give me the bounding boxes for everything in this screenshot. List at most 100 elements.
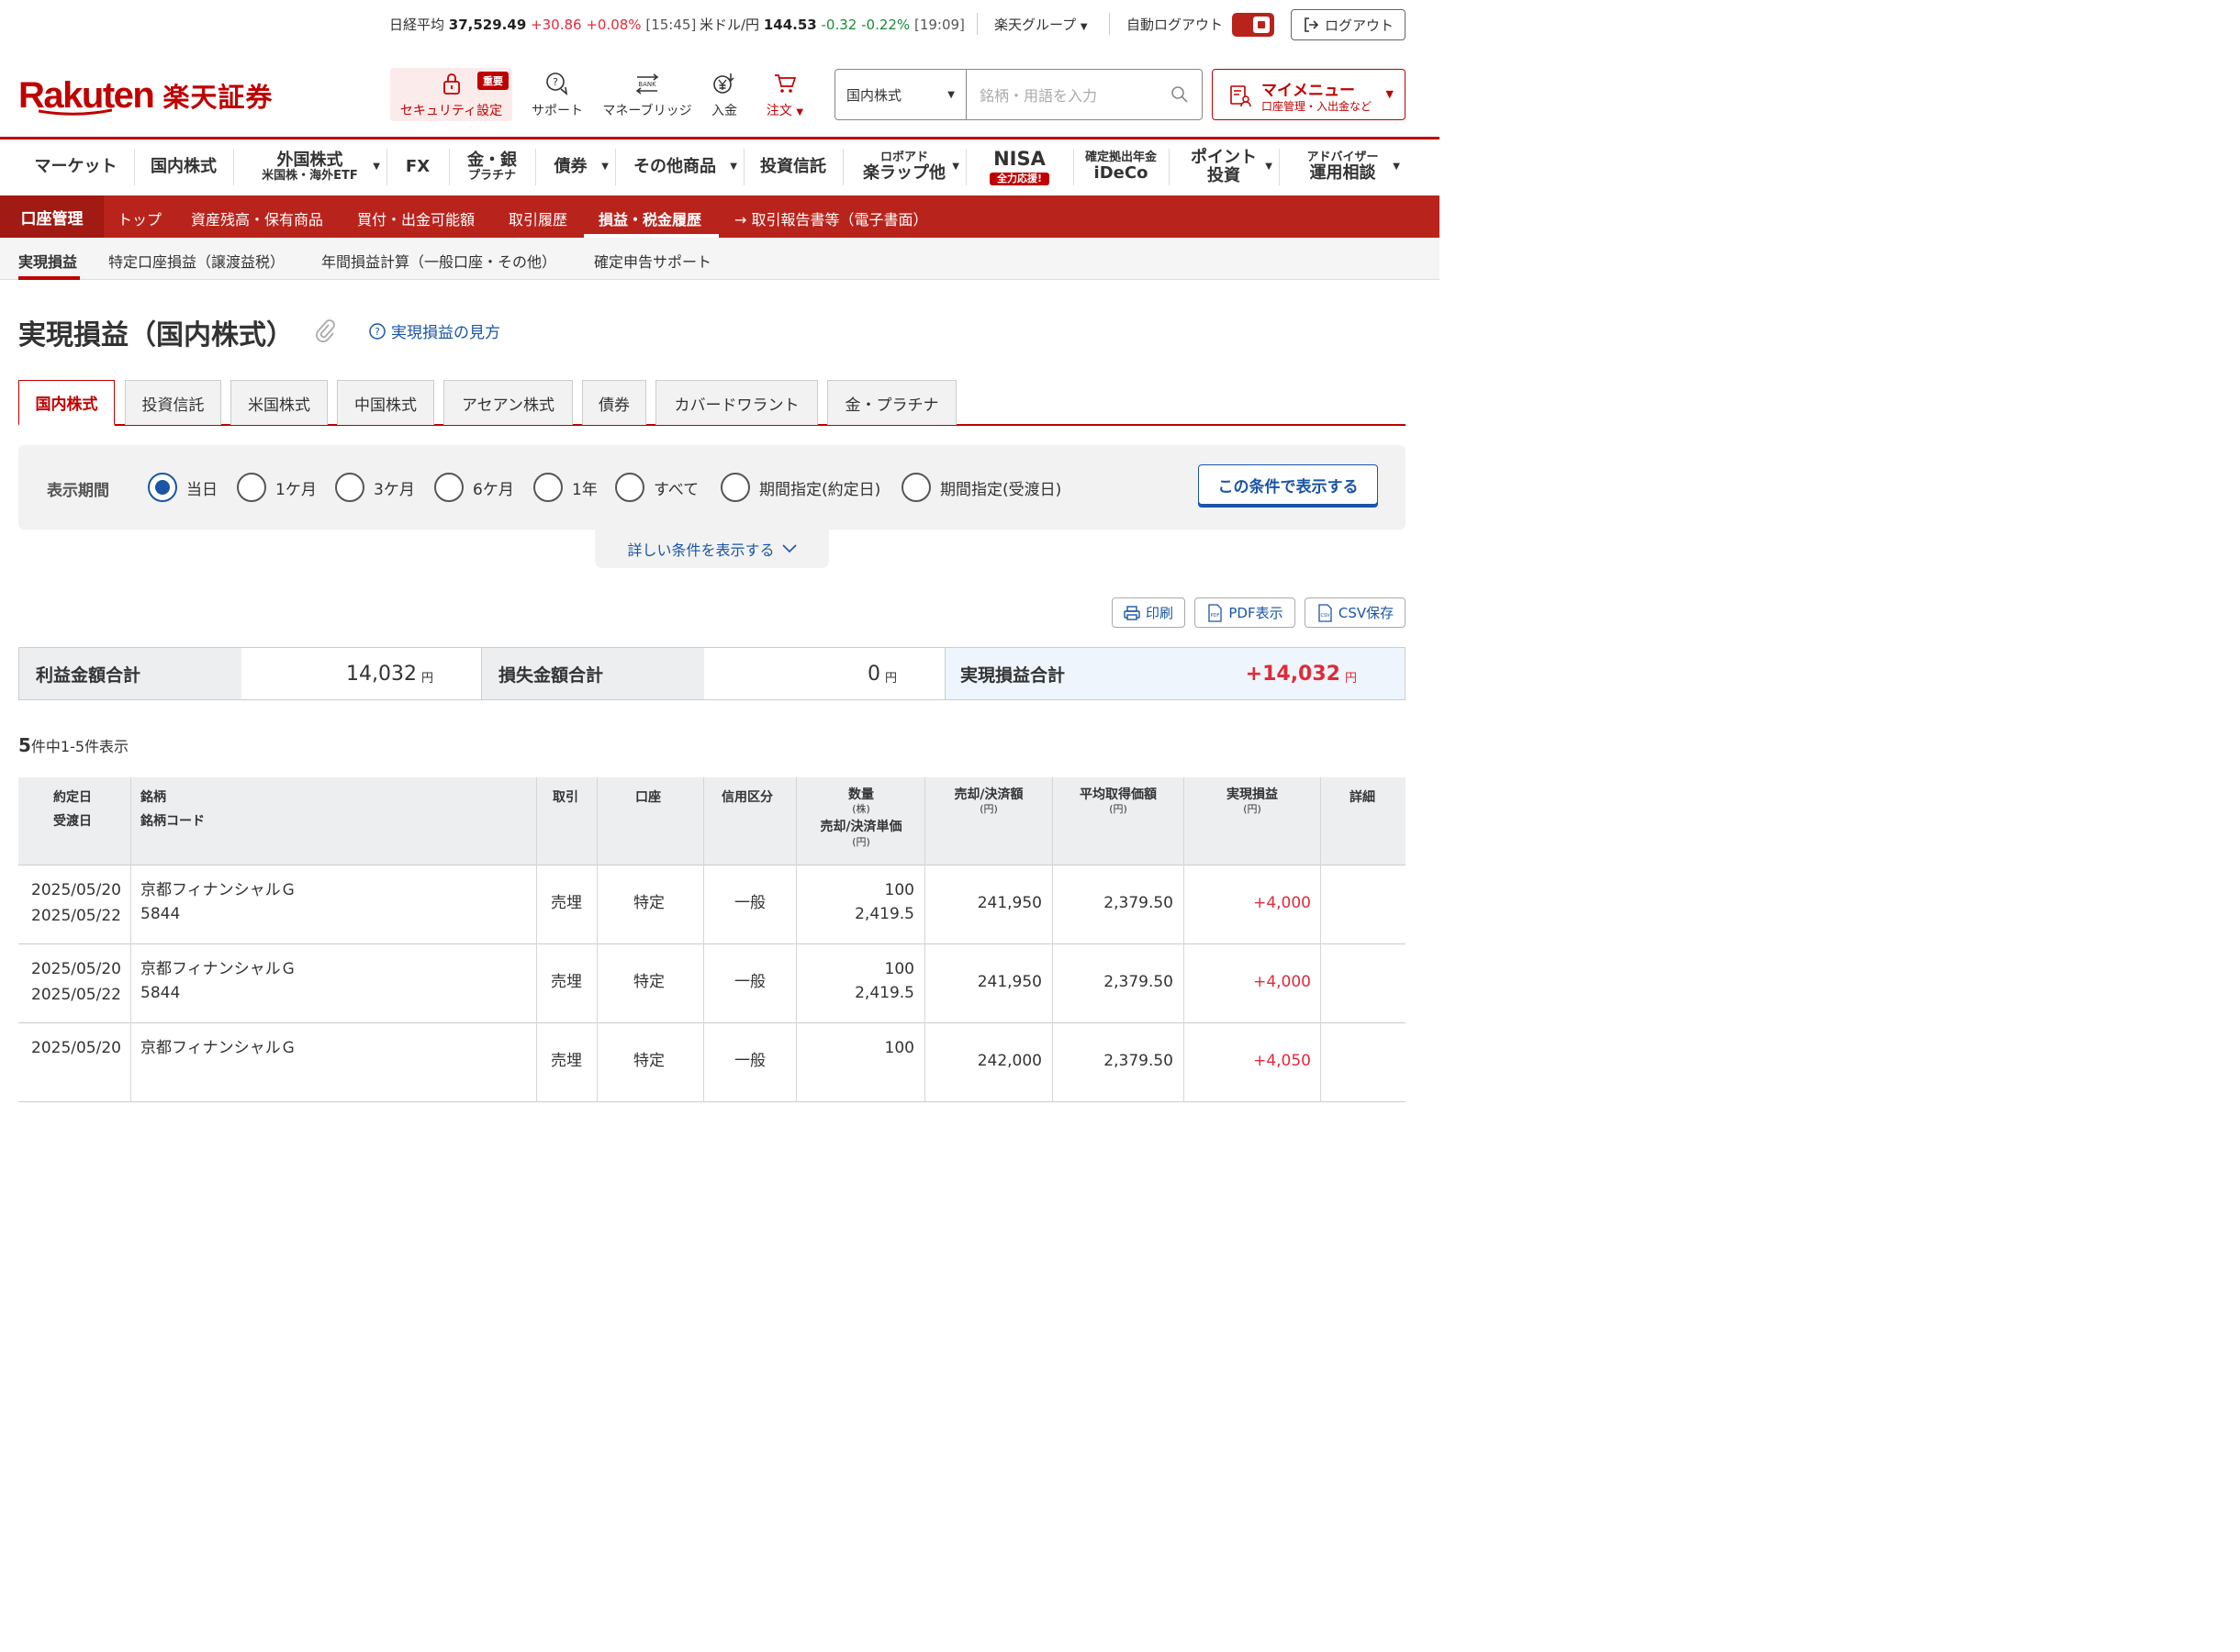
cell-qty: 100 <box>884 960 914 978</box>
nav-bonds[interactable]: 債券 ▼ <box>536 140 614 195</box>
nav-other-label: その他商品 <box>633 157 716 177</box>
table-row[interactable]: 2025/05/20 京都フィナンシャルＧ 売埋 特定 一般 100 242,000 2,37… <box>18 1023 1406 1102</box>
account-management-title[interactable]: 口座管理 <box>0 195 104 238</box>
radio-6month[interactable]: 6ケ月 <box>434 473 514 502</box>
subnav-balance[interactable]: 資産残高・保有商品 <box>191 207 323 229</box>
caret-down-icon: ▼ <box>730 162 737 172</box>
radio-all[interactable]: すべて <box>615 473 699 502</box>
tab-specific-account-pl[interactable]: 特定口座損益（譲渡益税） <box>108 250 285 272</box>
cell-pl: +4,000 <box>1253 894 1311 912</box>
nav-market[interactable]: マーケット <box>18 140 133 195</box>
tab-realized-pl[interactable]: 実現損益 <box>18 250 77 272</box>
order-menu[interactable]: 注文 ▼ <box>762 70 808 121</box>
product-tab-funds[interactable]: 投資信託 <box>125 380 221 425</box>
nav-fx[interactable]: FX <box>387 140 448 195</box>
tab-tax-return-support[interactable]: 確定申告サポート <box>594 250 711 272</box>
radio-label: 6ケ月 <box>473 480 514 499</box>
product-tab-covered-warrant[interactable]: カバードワラント <box>655 380 818 425</box>
table-row[interactable]: 2025/05/20 2025/05/22 京都フィナンシャルＧ 5844 売埋 特定 一般… <box>18 944 1406 1023</box>
col-stock: 銘柄 銘柄コード <box>140 787 205 834</box>
usdjpy-ticker[interactable]: 米ドル/円 144.53 -0.32 -0.22% [19:09] <box>700 15 965 34</box>
subnav-trade-reports[interactable]: → 取引報告書等（電子書面） <box>734 207 928 229</box>
subnav-buying-power[interactable]: 買付・出金可能額 <box>357 207 475 229</box>
nav-point-invest[interactable]: ポイント 投資 ▼ <box>1170 140 1278 195</box>
csv-file-icon: CSV <box>1318 603 1332 622</box>
product-tab-gold[interactable]: 金・プラチナ <box>827 380 957 425</box>
pdf-label: PDF表示 <box>1228 605 1283 621</box>
svg-text:?: ? <box>553 76 558 88</box>
logout-button[interactable]: ログアウト <box>1291 9 1406 40</box>
nav-domestic-label: 国内株式 <box>151 157 217 177</box>
subnav-pl-tax[interactable]: 損益・税金履歴 <box>599 207 701 229</box>
nav-robo-sub: 楽ラップ他 <box>863 163 946 184</box>
col-credit: 信用区分 <box>722 790 773 805</box>
paperclip-icon[interactable] <box>314 318 336 343</box>
print-button[interactable]: 印刷 <box>1112 597 1185 628</box>
result-count-total: 5 <box>18 734 31 756</box>
radio-today[interactable]: 当日 <box>148 473 218 502</box>
realized-pl-table: 約定日 受渡日 銘柄 銘柄コード 取引 口座 信用区分 数量 (株) 売却/決済単価… <box>18 777 1406 1102</box>
nav-foreign-stocks[interactable]: 外国株式 米国株・海外ETF ▼ <box>234 140 386 195</box>
logo-text-jp: 楽天証券 <box>162 82 274 113</box>
nav-roboadvisor[interactable]: ロボアド 楽ラップ他 ▼ <box>844 140 965 195</box>
usdjpy-value: 144.53 <box>763 17 817 33</box>
logout-label: ログアウト <box>1324 17 1394 34</box>
security-label: セキュリティ設定 <box>399 104 503 118</box>
col-divider <box>1183 777 1184 1102</box>
caret-down-icon: ▼ <box>947 89 955 100</box>
nav-nisa[interactable]: NISA 全力応援! <box>967 140 1072 195</box>
show-more-conditions[interactable]: 詳しい条件を表示する <box>595 530 829 568</box>
security-settings-button[interactable]: セキュリティ設定 <box>390 70 512 121</box>
radio-range-settle-date[interactable]: 期間指定(受渡日) <box>902 473 1061 502</box>
col-quantity: 数量 (株) 売却/決済単価 (円) <box>797 787 925 848</box>
howto-link[interactable]: ? 実現損益の見方 <box>369 319 500 342</box>
moneybridge-button[interactable]: BANK マネーブリッジ <box>601 70 693 121</box>
product-tab-asean[interactable]: アセアン株式 <box>443 380 573 425</box>
nikkei-ticker[interactable]: 日経平均 37,529.49 +30.86 +0.08% [15:45] <box>389 15 696 34</box>
nav-ideco-label: 確定拠出年金 <box>1084 150 1157 164</box>
csv-label: CSV保存 <box>1338 605 1394 621</box>
cell-trade: 売埋 <box>551 894 582 912</box>
search-category-select[interactable]: 国内株式 ▼ <box>835 70 967 119</box>
nav-gold[interactable]: 金・銀 プラチナ <box>450 140 534 195</box>
radio-1year[interactable]: 1年 <box>533 473 598 502</box>
radio-circle <box>902 473 931 502</box>
radio-3month[interactable]: 3ケ月 <box>335 473 415 502</box>
tab-annual-pl[interactable]: 年間損益計算（一般口座・その他） <box>321 250 556 272</box>
tnav-active-indicator <box>18 276 80 280</box>
caret-down-icon: ▼ <box>1385 88 1394 100</box>
group-menu-label: 楽天グループ <box>994 17 1077 33</box>
toggle-knob <box>1253 17 1270 33</box>
apply-filter-button[interactable]: この条件で表示する <box>1198 464 1378 505</box>
subnav-top[interactable]: トップ <box>118 207 162 229</box>
radio-range-trade-date[interactable]: 期間指定(約定日) <box>721 473 880 502</box>
nav-ideco[interactable]: 確定拠出年金 iDeCo <box>1074 140 1168 195</box>
search-input[interactable]: 銘柄・用語を入力 <box>967 70 1202 119</box>
nav-domestic-stocks[interactable]: 国内株式 <box>135 140 232 195</box>
nav-other-products[interactable]: その他商品 ▼ <box>616 140 743 195</box>
table-row[interactable]: 2025/05/20 2025/05/22 京都フィナンシャルＧ 5844 売埋 特定 一般… <box>18 865 1406 944</box>
subnav-trade-history[interactable]: 取引履歴 <box>509 207 567 229</box>
mymenu-button[interactable]: マイメニュー 口座管理・入出金など ▼ <box>1212 69 1406 120</box>
group-menu[interactable]: 楽天グループ ▼ <box>994 15 1088 34</box>
product-tab-china[interactable]: 中国株式 <box>337 380 434 425</box>
divider <box>1109 13 1110 35</box>
table-body: 2025/05/20 2025/05/22 京都フィナンシャルＧ 5844 売埋 特定 一般… <box>18 865 1406 1102</box>
csv-button[interactable]: CSV CSV保存 <box>1305 597 1406 628</box>
nav-funds[interactable]: 投資信託 <box>745 140 842 195</box>
moneybridge-label: マネーブリッジ <box>602 104 692 118</box>
radio-1month[interactable]: 1ケ月 <box>237 473 317 502</box>
product-tab-domestic[interactable]: 国内株式 <box>18 380 115 426</box>
pdf-button[interactable]: PDF PDF表示 <box>1194 597 1295 628</box>
product-tab-bonds[interactable]: 債券 <box>582 380 646 425</box>
autologout-label: 自動ログアウト <box>1126 17 1224 33</box>
caret-down-icon: ▼ <box>373 162 380 172</box>
autologout-toggle[interactable] <box>1232 13 1274 37</box>
product-tab-us[interactable]: 米国株式 <box>230 380 328 425</box>
nav-advisor[interactable]: アドバイザー 運用相談 ▼ <box>1280 140 1406 195</box>
radio-label: すべて <box>654 480 700 499</box>
search-icon[interactable] <box>1170 85 1189 104</box>
support-button[interactable]: ? サポート <box>527 70 588 121</box>
pdf-icon-text: PDF <box>1211 613 1220 619</box>
deposit-button[interactable]: 入金 <box>707 70 742 121</box>
